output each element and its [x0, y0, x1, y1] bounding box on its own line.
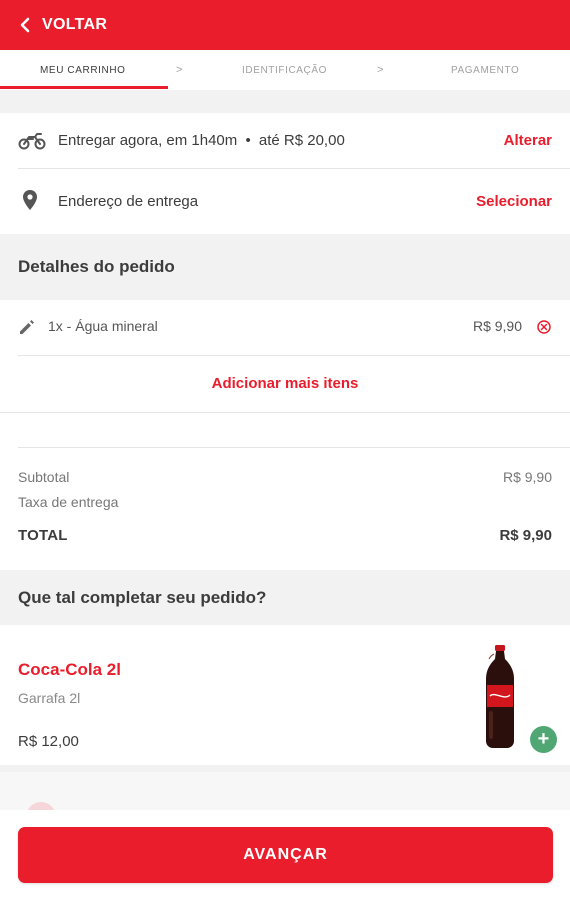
plus-icon: +	[537, 728, 550, 750]
summary-card	[0, 413, 570, 570]
pencil-icon[interactable]	[18, 318, 36, 336]
bullet: •	[245, 132, 251, 149]
chevron-left-icon	[18, 17, 32, 33]
address-label: Endereço de entrega	[58, 193, 199, 210]
step-payment[interactable]: PAGAMENTO	[451, 50, 519, 90]
divider	[0, 412, 570, 413]
active-step-indicator	[0, 86, 168, 89]
back-button[interactable]: VOLTAR	[0, 0, 570, 50]
back-label: VOLTAR	[42, 16, 108, 33]
list-item: 1x - Água mineral R$ 9,90	[0, 300, 570, 356]
address-row: Endereço de entrega Selecionar	[0, 169, 570, 234]
checkout-steps: MEU CARRINHO > IDENTIFICAÇÃO > PAGAMENTO	[0, 50, 570, 90]
motorcycle-icon	[18, 131, 46, 151]
divider	[18, 447, 570, 448]
divider	[18, 355, 570, 356]
location-pin-icon	[22, 189, 38, 211]
step-separator: >	[377, 64, 384, 76]
delivery-mode: Entregar agora, em 1h40m • até R$ 20,00	[58, 132, 345, 149]
suggestions-title: Que tal completar seu pedido?	[0, 570, 570, 625]
delivery-fee-label: Taxa de entrega	[18, 494, 119, 510]
item-price: R$ 9,90	[472, 318, 522, 334]
step-identification[interactable]: IDENTIFICAÇÃO	[242, 50, 327, 90]
subtotal-value: R$ 9,90	[502, 469, 552, 485]
change-delivery-button[interactable]: Alterar	[504, 132, 552, 149]
product-name: Coca-Cola 2l	[18, 660, 121, 679]
delivery-time-text: Entregar agora, em 1h40m	[58, 132, 238, 149]
advance-button[interactable]: AVANÇAR	[18, 827, 553, 883]
add-more-items-button[interactable]: Adicionar mais itens	[0, 375, 570, 392]
delivery-mode-row: Entregar agora, em 1h40m • até R$ 20,00 …	[0, 113, 570, 169]
product-image	[480, 645, 520, 749]
product-price: R$ 12,00	[18, 733, 79, 750]
delivery-limit-text: até R$ 20,00	[258, 132, 345, 149]
order-details-title: Detalhes do pedido	[0, 234, 570, 300]
product-description: Garrafa 2l	[18, 690, 81, 706]
select-address-button[interactable]: Selecionar	[476, 193, 552, 210]
add-product-button[interactable]: +	[530, 726, 557, 753]
total-value: R$ 9,90	[499, 527, 552, 544]
item-name: 1x - Água mineral	[48, 318, 158, 334]
step-cart[interactable]: MEU CARRINHO	[40, 50, 126, 90]
total-label: TOTAL	[18, 527, 68, 544]
subtotal-label: Subtotal	[18, 469, 70, 485]
remove-circle-icon[interactable]	[536, 319, 552, 335]
next-suggestion-peek	[0, 772, 570, 812]
step-separator: >	[176, 64, 183, 76]
